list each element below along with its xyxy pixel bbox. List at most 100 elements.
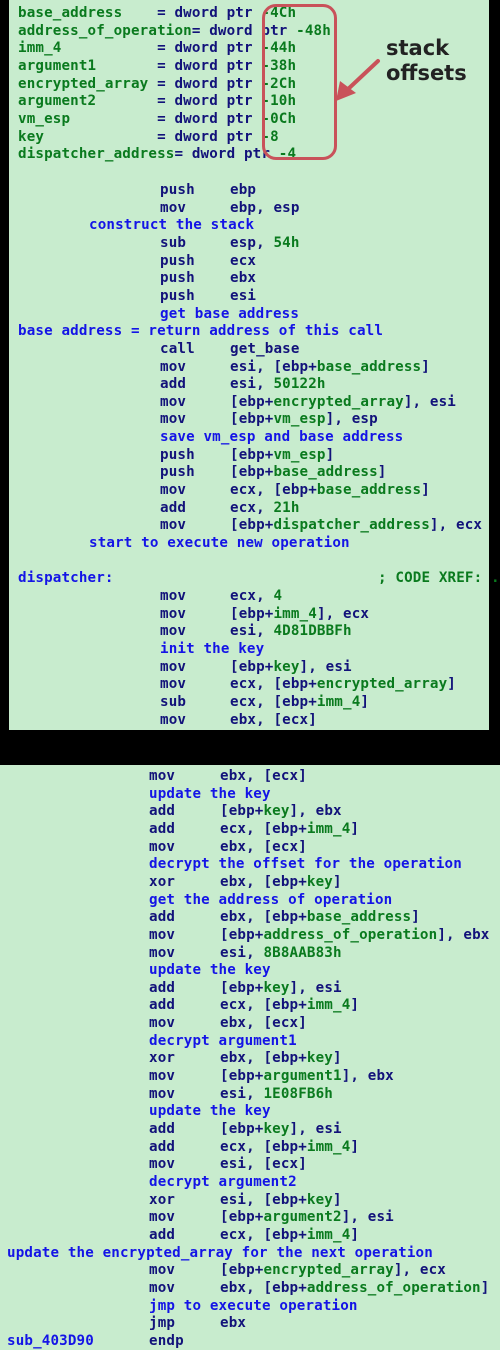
instruction-line: mov esi, [ecx] — [149, 1155, 307, 1173]
comment-line: update the key — [149, 1102, 271, 1120]
stack-variable-declaration: key = dword ptr -8 — [18, 128, 279, 146]
mnemonic: mov — [149, 1085, 176, 1102]
operand-variable: encrypted_array — [273, 393, 404, 410]
operand-variable: key — [263, 979, 290, 996]
operand: ecx — [230, 252, 257, 269]
instruction-line: add ecx, [ebp+imm_4] — [149, 820, 359, 838]
operand-variable: address_of_operation — [263, 926, 438, 943]
operand-variable: base_address — [273, 464, 378, 481]
mnemonic: mov — [149, 1209, 176, 1226]
variable-type: dword ptr — [174, 40, 253, 57]
operand: ], ebx — [341, 1068, 394, 1085]
operand: ] — [360, 693, 370, 710]
mnemonic: sub — [160, 234, 187, 251]
annotation-arrow-icon — [336, 59, 380, 101]
procedure-name: sub_403D90 — [7, 1332, 94, 1349]
instruction-line: mov ebx, [ecx] — [149, 1014, 307, 1032]
procedure-end-line: sub_403D90 — [7, 1332, 94, 1350]
operand-variable: imm_4 — [306, 1226, 351, 1243]
operand: ] — [411, 909, 420, 926]
mnemonic: mov — [149, 768, 176, 784]
operand: ebx, [ebp+ — [220, 873, 307, 890]
comment-text: decrypt argument1 — [149, 1032, 297, 1049]
operand-variable: key — [306, 1050, 333, 1067]
operand-variable: imm_4 — [306, 1138, 351, 1155]
comment-text: get the address of operation — [149, 891, 393, 908]
mnemonic: push — [160, 252, 195, 269]
comment-line: start to execute new operation — [89, 534, 350, 552]
operand: esi — [230, 287, 257, 304]
operand: ], esi — [341, 1209, 394, 1226]
mnemonic: push — [160, 287, 195, 304]
stack-variable-declaration: argument1 = dword ptr -38h — [18, 57, 296, 75]
operand-variable: key — [306, 1191, 333, 1208]
equals-sign: = — [174, 146, 192, 163]
mnemonic: add — [149, 997, 176, 1014]
operand: ], ebx — [437, 926, 490, 943]
operand: [ebp+ — [230, 658, 274, 675]
comment-text: jmp to execute operation — [149, 1297, 358, 1314]
variable-name: key — [18, 128, 45, 145]
operand: ] — [447, 676, 456, 693]
operand: esp, — [230, 234, 274, 251]
instruction-line: push ecx — [160, 252, 256, 270]
comment-line: construct the stack — [89, 216, 254, 234]
instruction-line: mov [ebp+encrypted_array], ecx — [149, 1261, 446, 1279]
instruction-line: push ebx — [160, 269, 256, 287]
variable-type: dword ptr — [174, 57, 253, 74]
operand: ebx, [ecx] — [220, 838, 307, 855]
variable-name: imm_4 — [18, 40, 62, 57]
operand: esi, — [220, 1085, 264, 1102]
instruction-line: mov ebx, [ecx] — [149, 838, 307, 856]
mnemonic: mov — [160, 711, 187, 728]
operand: esi, — [230, 376, 274, 393]
operand: [ebp+ — [220, 1262, 264, 1279]
code-xref: ; CODE XREF: . — [378, 569, 500, 587]
operand: esi, — [230, 623, 274, 640]
xref-comment: ; CODE XREF: . — [378, 570, 500, 587]
mnemonic: mov — [160, 587, 187, 604]
operand: ecx, — [230, 587, 274, 604]
operand: [ebp+ — [220, 926, 264, 943]
comment-line: base address = return address of this ca… — [18, 322, 383, 340]
instruction-line: add ecx, [ebp+imm_4] — [149, 1226, 359, 1244]
operand: ecx, [ebp+ — [230, 482, 317, 499]
comment-text: base address = return address of this ca… — [18, 323, 384, 340]
operand: ecx, [ebp+ — [220, 1226, 307, 1243]
mnemonic: call — [160, 340, 195, 357]
variable-type: dword ptr — [191, 146, 271, 163]
mnemonic: mov — [149, 1068, 176, 1085]
mnemonic: add — [149, 979, 176, 996]
mnemonic: mov — [160, 658, 187, 675]
operand-variable: base_address — [316, 482, 422, 499]
code-label: dispatcher: — [18, 570, 114, 587]
variable-name: address_of_operation — [18, 22, 192, 39]
instruction-line: jmp ebx — [149, 1314, 246, 1332]
instruction-line: sub esp, 54h — [160, 234, 300, 252]
operand-variable: key — [263, 1121, 290, 1137]
mnemonic: mov — [160, 623, 187, 640]
mnemonic: add — [149, 1138, 176, 1155]
equals-sign: = — [61, 40, 175, 57]
operand-variable: encrypted_array — [263, 1262, 394, 1279]
mnemonic: mov — [160, 199, 187, 216]
operand: ] — [350, 820, 360, 837]
variable-type: dword ptr — [174, 75, 253, 92]
comment-text: decrypt argument2 — [149, 1173, 297, 1190]
operand: ] — [480, 1279, 490, 1296]
stack-offsets-annotation: stack offsets — [386, 36, 467, 85]
instruction-line: mov [ebp+key], esi — [160, 658, 352, 676]
instruction-line: mov ebx, [ecx] — [160, 711, 317, 729]
mnemonic: mov — [149, 1156, 176, 1173]
operand: ebx, [ebp+ — [220, 909, 307, 926]
operand: ], esp — [325, 411, 378, 428]
stack-variable-declaration: base_address = dword ptr -4Ch — [18, 4, 296, 22]
operand: ebx, [ecx] — [230, 711, 317, 728]
comment-text: update the encrypted_array for the next … — [7, 1244, 433, 1261]
instruction-line: xor esi, [ebp+key] — [149, 1191, 342, 1209]
comment-text: get base address — [160, 305, 300, 322]
disassembly-panel-bottom: mov ebx, [ecx] update the key add [ebp+key],… — [0, 765, 500, 1350]
instruction-line: mov ebx, [ecx] — [149, 767, 307, 785]
disassembly-panel-top: base_address = dword ptr -4Ch address_of_… — [9, 0, 500, 730]
comment-text: update the key — [149, 962, 271, 979]
